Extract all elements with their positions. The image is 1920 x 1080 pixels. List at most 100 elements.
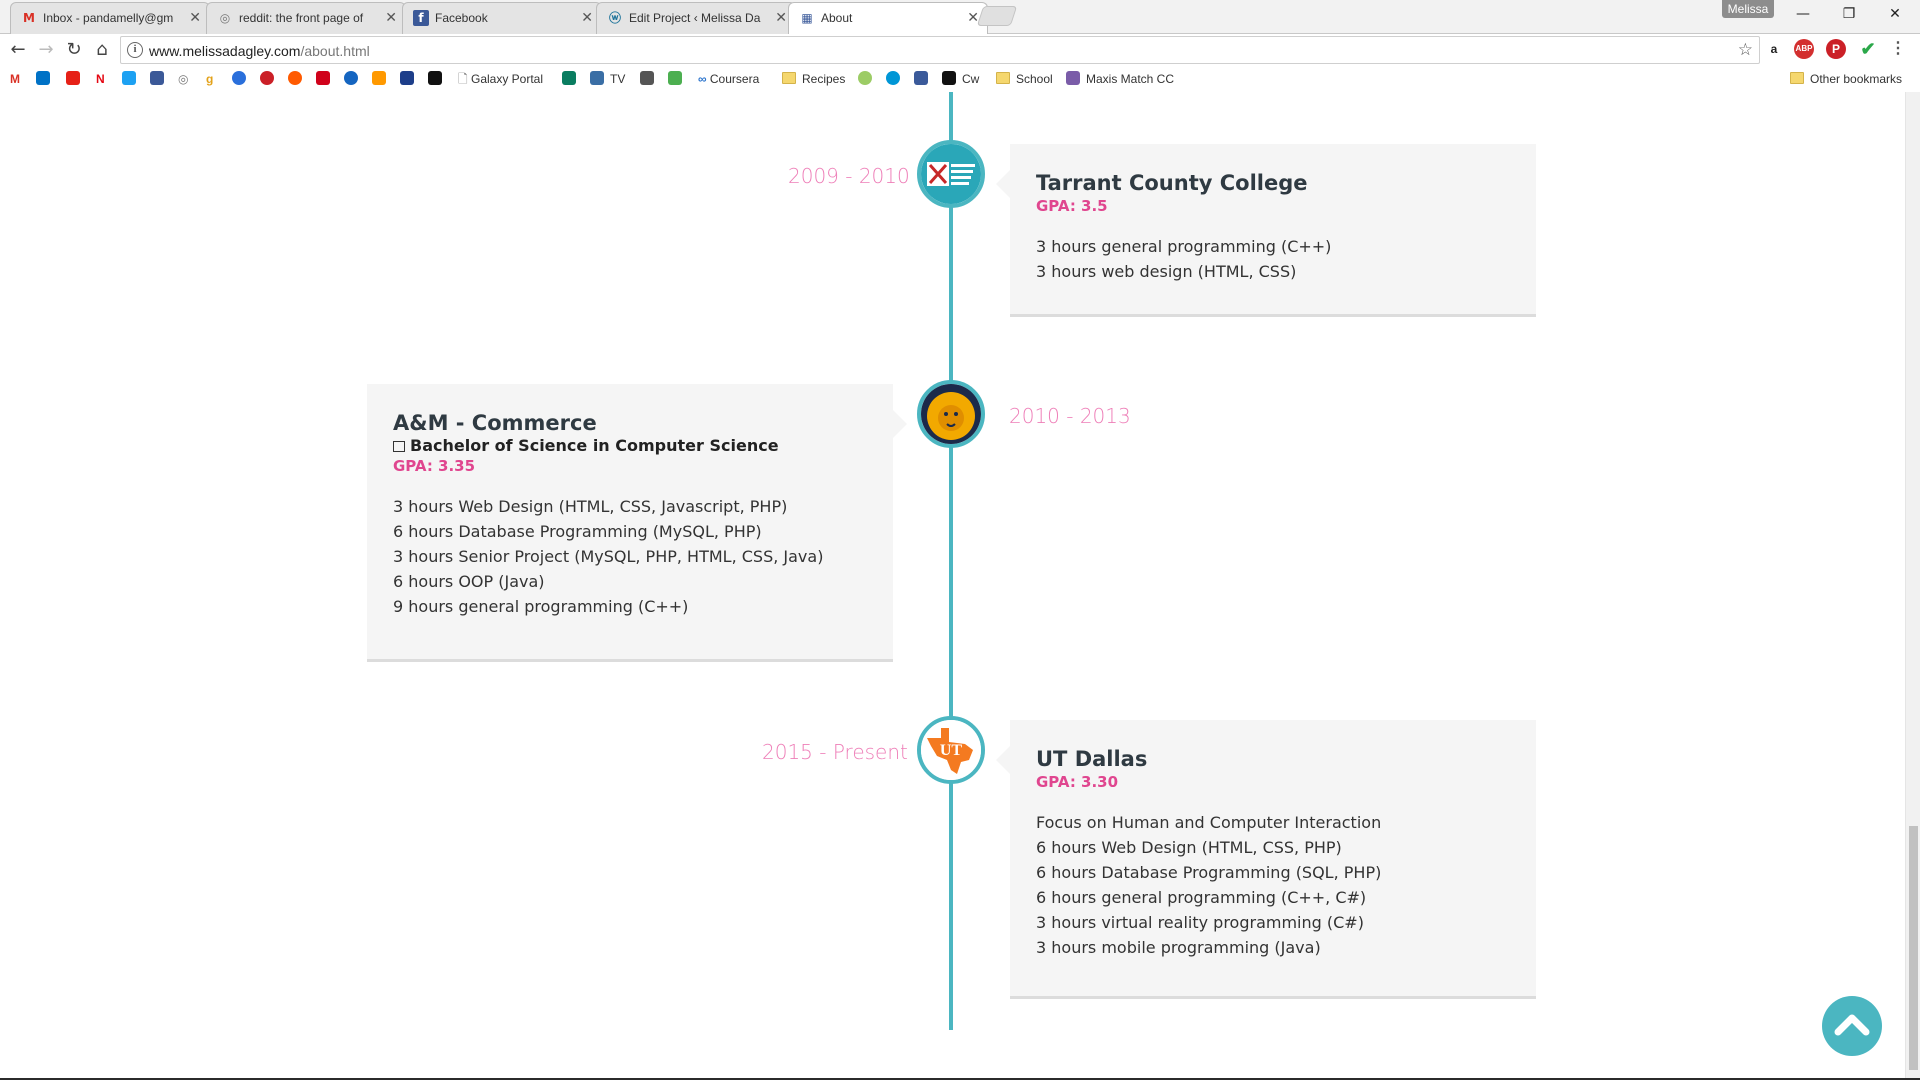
- folder-icon: [996, 72, 1010, 84]
- info-icon[interactable]: i: [127, 42, 143, 58]
- facebook-icon[interactable]: [150, 71, 164, 85]
- reddit-icon: ◎: [219, 11, 231, 25]
- checkmark-icon[interactable]: ✔: [1858, 39, 1878, 59]
- back-to-top-button[interactable]: [1822, 996, 1882, 1056]
- gpa: GPA: 3.30: [1036, 773, 1119, 791]
- tab-title: reddit: the front page of: [239, 11, 364, 25]
- lion-logo-svg: [921, 384, 981, 444]
- tv-icon: [590, 71, 604, 85]
- bookmark-other[interactable]: Other bookmarks: [1790, 71, 1902, 87]
- u-icon[interactable]: [668, 71, 682, 85]
- reddit-icon[interactable]: ◎: [178, 71, 188, 87]
- amazon-icon[interactable]: [372, 71, 386, 85]
- bookmark-cw[interactable]: Cw: [942, 71, 979, 87]
- degree-name: Bachelor of Science in Computer Science: [410, 436, 779, 455]
- forward-icon[interactable]: →: [34, 38, 58, 62]
- tab-title: Inbox - pandamelly@gm: [43, 11, 174, 25]
- address-bar[interactable]: i www.melissadagley.com/about.html ☆: [120, 36, 1760, 64]
- youtube-icon[interactable]: [66, 71, 80, 85]
- bookmark-school[interactable]: School: [996, 71, 1053, 87]
- bookmarks-bar: M N ◎ g 🗋 Galaxy Portal TV ∞ Coursera Re…: [0, 66, 1920, 92]
- profile-button[interactable]: Melissa: [1722, 0, 1774, 18]
- course-item: 3 hours Senior Project (MySQL, PHP, HTML…: [393, 547, 824, 566]
- tarrant-county-college-logo: [917, 140, 985, 208]
- education-card: A&M - Commerce Bachelor of Science in Co…: [367, 384, 907, 662]
- course-item: 3 hours web design (HTML, CSS): [1036, 262, 1297, 281]
- url-text[interactable]: www.melissadagley.com/about.html: [149, 43, 370, 59]
- tab-title: Edit Project ‹ Melissa Da: [629, 11, 761, 25]
- school-name: A&M - Commerce: [393, 411, 597, 435]
- app-icon[interactable]: [288, 71, 302, 85]
- course-item: 3 hours Web Design (HTML, CSS, Javascrip…: [393, 497, 788, 516]
- page-scrollbar[interactable]: [1905, 92, 1920, 1078]
- grid-icon[interactable]: [914, 71, 928, 85]
- course-item: 3 hours general programming (C++): [1036, 237, 1332, 256]
- education-card: UT Dallas GPA: 3.30 Focus on Human and C…: [996, 720, 1536, 999]
- tab-facebook[interactable]: f Facebook ✕: [402, 2, 602, 34]
- new-tab-button[interactable]: [976, 6, 1018, 26]
- scrollbar-thumb[interactable]: [1909, 826, 1918, 1070]
- outlook-icon[interactable]: [36, 71, 50, 85]
- gmail-icon: M: [23, 11, 35, 25]
- back-icon[interactable]: ←: [6, 38, 30, 62]
- page-content: 2009 - 2010 Tarrant County College GPA: …: [0, 92, 1905, 1078]
- bookmark-tv[interactable]: TV: [590, 71, 625, 87]
- doc-icon[interactable]: [640, 71, 654, 85]
- bookmark-label: TV: [610, 72, 626, 86]
- bookmark-label: Galaxy Portal: [470, 72, 544, 86]
- course-item: Focus on Human and Computer Interaction: [1036, 813, 1382, 832]
- pinterest-icon[interactable]: P: [1826, 39, 1846, 59]
- close-icon[interactable]: ✕: [189, 10, 201, 26]
- bookmark-label: Maxis Match CC: [1086, 72, 1175, 86]
- leaf-icon[interactable]: [858, 71, 872, 85]
- bookmark-label: Coursera: [709, 72, 760, 86]
- tab-reddit[interactable]: ◎ reddit: the front page of ✕: [206, 2, 406, 34]
- education-card: Tarrant County College GPA: 3.5 3 hours …: [996, 144, 1536, 317]
- page-icon: ▦: [801, 11, 813, 25]
- menu-icon[interactable]: ⋮: [1888, 39, 1908, 59]
- tab-about[interactable]: ▦ About ✕: [788, 2, 988, 35]
- close-window-icon[interactable]: ✕: [1872, 0, 1918, 28]
- globe-icon[interactable]: [232, 71, 246, 85]
- x-icon[interactable]: [122, 71, 136, 85]
- reload-icon[interactable]: ↻: [62, 38, 86, 62]
- bookmark-recipes[interactable]: Recipes: [782, 71, 845, 87]
- course-item: 3 hours virtual reality programming (C#): [1036, 913, 1364, 932]
- adblock-icon[interactable]: ABP: [1794, 39, 1814, 59]
- bb-icon[interactable]: [428, 71, 442, 85]
- home-icon[interactable]: ⌂: [90, 38, 114, 62]
- bank-icon[interactable]: [400, 71, 414, 85]
- bookmark-star-icon[interactable]: ☆: [1738, 40, 1753, 60]
- restore-icon[interactable]: ❐: [1826, 0, 1872, 28]
- netflix-icon[interactable]: N: [96, 71, 105, 87]
- maxis-icon: [1066, 71, 1080, 85]
- timeline-line: [949, 92, 953, 1030]
- minimize-icon[interactable]: —: [1780, 0, 1826, 28]
- amazon-icon[interactable]: a: [1764, 39, 1784, 59]
- svg-text:UT: UT: [940, 742, 963, 759]
- bookmark-maxis-match[interactable]: Maxis Match CC: [1066, 71, 1174, 87]
- cs-icon[interactable]: [316, 71, 330, 85]
- bb-icon: [942, 71, 956, 85]
- close-icon[interactable]: ✕: [385, 10, 397, 26]
- close-icon[interactable]: ✕: [775, 10, 787, 26]
- folder-icon: [782, 72, 796, 84]
- news-icon[interactable]: [562, 71, 576, 85]
- goodreads-icon[interactable]: g: [206, 71, 213, 87]
- bookmark-galaxy-portal[interactable]: 🗋 Galaxy Portal: [458, 71, 543, 87]
- wordpress-icon: ⓦ: [608, 11, 621, 25]
- tab-edit-project[interactable]: ⓦ Edit Project ‹ Melissa Da ✕: [596, 2, 796, 34]
- gmail-icon[interactable]: M: [10, 71, 20, 87]
- course-list: 3 hours general programming (C++) 3 hour…: [1036, 234, 1510, 284]
- school-name: Tarrant County College: [1036, 171, 1308, 195]
- tab-title: Facebook: [435, 11, 488, 25]
- bookmark-coursera[interactable]: ∞ Coursera: [698, 71, 759, 87]
- course-item: 6 hours Database Programming (SQL, PHP): [1036, 863, 1382, 882]
- tab-inbox[interactable]: M Inbox - pandamelly@gm ✕: [10, 2, 210, 34]
- pinterest-icon[interactable]: [260, 71, 274, 85]
- timeline-date: 2015 - Present: [762, 740, 908, 764]
- gpa: GPA: 3.5: [1036, 197, 1108, 215]
- chase-icon[interactable]: [344, 71, 358, 85]
- hp-icon[interactable]: [886, 71, 900, 85]
- close-icon[interactable]: ✕: [581, 10, 593, 26]
